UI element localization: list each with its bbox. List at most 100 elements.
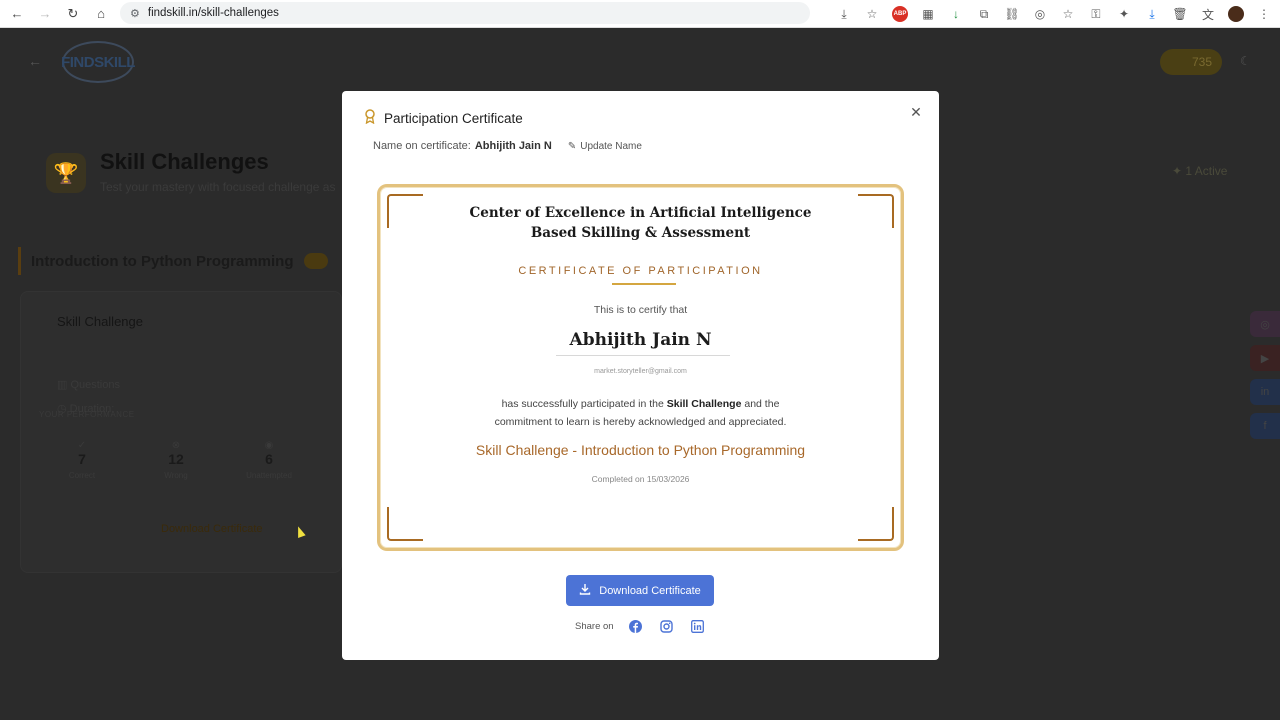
bg-download-certificate[interactable]: Download Certificate [161,523,263,535]
corner-ornament [387,507,423,541]
certificate-modal: Participation Certificate ✕ Name on cert… [342,91,939,660]
key-icon[interactable]: ⚿ [1088,6,1104,22]
certificate-type: CERTIFICATE OF PARTICIPATION [518,265,763,277]
challenge-card: Skill Challenge ▥ Questions ◷ Duration: … [20,291,342,573]
coins-badge[interactable]: 735 [1160,49,1222,75]
completion-date: Completed on 15/03/2026 [591,474,690,484]
award-icon [364,109,376,127]
translate-icon[interactable]: 文 [1200,6,1216,22]
body-line-2: commitment to learn is hereby acknowledg… [494,416,787,428]
modal-title: Participation Certificate [384,110,523,126]
logo-text: FINDSKILL [61,53,135,71]
stat-label: Unattempted [246,471,292,480]
theme-toggle-icon[interactable]: ☾ [1240,54,1251,68]
linkedin-share-icon[interactable] [688,617,707,636]
check-icon: ✓ [77,440,87,451]
corner-ornament [858,507,894,541]
star-icon[interactable]: ☆ [1060,6,1076,22]
stat-label: Correct [68,471,96,480]
download-icon [579,583,591,598]
org-line-2: Based Skilling & Assessment [530,225,751,241]
menu-kebab-icon[interactable]: ⋮ [1256,6,1272,22]
page-subtitle: Test your mastery with focused challenge… [100,180,336,194]
stat-wrong: ⊗ 12 Wrong [146,440,206,480]
course-badge [303,253,328,269]
bg-download-label: Download Certificate [161,523,263,535]
eye-icon: ◉ [264,440,274,451]
page-title: Skill Challenges [100,149,269,174]
org-line-1: Center of Excellence in Artificial Intel… [469,205,812,221]
stat-correct: ✓ 7 Correct [52,440,112,480]
adblock-icon[interactable]: ABP [892,6,908,22]
facebook-share-icon[interactable] [626,617,645,636]
name-row: Name on certificate: Abhijith Jain N ✎ U… [373,140,642,152]
name-label: Name on certificate: [373,140,471,152]
certificate-org: Center of Excellence in Artificial Intel… [380,203,901,243]
share-label: Share on [575,621,614,632]
back-icon[interactable]: ← [10,6,24,21]
social-youtube-tab[interactable]: ▶ [1250,345,1280,371]
questions-row: ▥ Questions [57,379,120,391]
body-pre: has successfully participated in the [501,398,664,410]
stat-label: Wrong [164,471,188,480]
puzzle-icon[interactable]: ✦ [1116,6,1132,22]
card-title: Skill Challenge [57,314,143,329]
certify-text: This is to certify that [593,304,688,316]
stat-unattempted: ◉ 6 Unattempted [239,440,299,480]
questions-label: Questions [70,379,120,391]
course-heading: Introduction to Python Programming [18,247,342,275]
certificate-body: has successfully participated in the Ski… [380,395,901,431]
findskill-logo[interactable]: FINDSKILL [61,41,135,83]
back-arrow-icon[interactable]: ← [28,53,42,69]
modal-header: Participation Certificate [364,109,523,127]
reload-icon[interactable]: ↻ [66,6,80,21]
x-circle-icon: ⊗ [171,440,181,451]
extension-icon[interactable]: ⧉ [976,6,992,22]
download-certificate-button[interactable]: Download Certificate [566,575,714,606]
share-row: Share on [575,617,707,636]
address-bar[interactable]: ⚙ findskill.in/skill-challenges [120,2,810,24]
bookmark-star-icon[interactable]: ☆ [864,6,880,22]
pencil-icon: ✎ [567,140,577,152]
instagram-share-icon[interactable] [657,617,676,636]
stat-value: 6 [265,451,273,467]
body-post: and the [744,398,780,410]
active-count: ✦ 1 Active [1172,164,1228,178]
active-count-text: 1 Active [1185,164,1228,178]
divider [612,283,676,285]
challenge-title: Skill Challenge - Introduction to Python… [475,442,806,458]
green-download-icon[interactable]: ↓ [948,6,964,22]
name-value: Abhijith Jain N [474,140,552,152]
update-name-button[interactable]: ✎ Update Name [568,141,642,152]
stat-value: 7 [78,451,86,467]
trophy-icon: 🏆 [46,153,86,193]
install-icon[interactable]: ⤓ [836,6,852,22]
site-info-icon[interactable]: ⚙ [130,7,140,20]
coins-value: 735 [1191,55,1212,69]
browser-toolbar: ← → ↻ ⌂ ⚙ findskill.in/skill-challenges … [0,0,1280,28]
performance-label: YOUR PERFORMANCE [39,410,135,419]
forward-icon[interactable]: → [38,6,52,21]
browser-nav: ← → ↻ ⌂ [0,6,108,22]
home-icon[interactable]: ⌂ [94,6,108,21]
stat-value: 12 [168,451,184,467]
social-facebook-tab[interactable]: f [1250,413,1280,439]
trash-icon[interactable]: 🗑 [1172,6,1188,22]
profile-avatar[interactable] [1228,6,1244,22]
name-underline [556,355,730,356]
recipient-email: market.storyteller@gmail.com [594,368,687,375]
link-icon[interactable]: ⛓ [1004,6,1020,22]
download-label: Download Certificate [599,584,701,597]
course-title: Introduction to Python Programming [31,252,294,270]
social-linkedin-tab[interactable]: in [1250,379,1280,405]
screenshot-icon[interactable]: ◎ [1032,6,1048,22]
social-instagram-tab[interactable]: ◎ [1250,311,1280,337]
url-text: findskill.in/skill-challenges [147,7,279,19]
update-name-label: Update Name [580,140,642,152]
body-bold: Skill Challenge [666,398,742,410]
close-button[interactable]: ✕ [907,103,925,121]
qr-icon[interactable]: ▦ [920,6,936,22]
browser-actions: ⤓ ☆ ABP ▦ ↓ ⧉ ⛓ ◎ ☆ ⚿ ✦ ⤓ 🗑 文 ⋮ [836,0,1272,28]
certificate-preview: Center of Excellence in Artificial Intel… [377,184,904,551]
download-icon[interactable]: ⤓ [1144,6,1160,22]
